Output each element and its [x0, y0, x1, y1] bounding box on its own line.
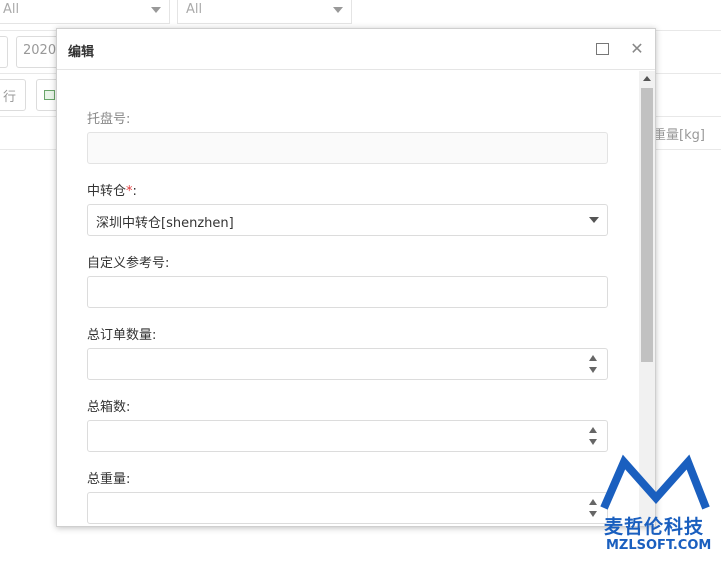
dialog-title: 编辑 — [68, 45, 95, 60]
spin-up-icon[interactable] — [589, 499, 597, 505]
watermark-url: MZLSOFT.COM — [606, 538, 712, 553]
chevron-down-icon — [333, 7, 343, 13]
chevron-down-icon — [151, 7, 161, 13]
filter-select-1[interactable]: All — [0, 0, 170, 24]
transit-warehouse-value: 深圳中转仓[shenzhen] — [96, 216, 234, 231]
custom-reference-input[interactable] — [87, 276, 608, 308]
spin-up-icon[interactable] — [589, 427, 597, 433]
dialog-header: 编辑 ✕ — [57, 29, 655, 70]
edit-dialog: 编辑 ✕ 托盘号: 中转仓*: 深圳中转仓[shenzhen] 自定义参考号: … — [56, 28, 656, 527]
custom-reference-label: 自定义参考号: — [87, 256, 170, 271]
spin-up-icon[interactable] — [589, 355, 597, 361]
total-orders-label: 总订单数量: — [87, 328, 157, 343]
pallet-no-input[interactable] — [87, 132, 608, 164]
total-boxes-label: 总箱数: — [87, 400, 131, 415]
column-header-weight: 重量[kg] — [653, 128, 705, 143]
watermark-logo: 麦哲伦科技 MZLSOFT.COM — [598, 454, 716, 556]
dialog-body: 托盘号: 中转仓*: 深圳中转仓[shenzhen] 自定义参考号: 总订单数量… — [57, 71, 639, 526]
spin-down-icon[interactable] — [589, 367, 597, 373]
label-colon: : — [132, 184, 137, 199]
scrollbar-thumb[interactable] — [641, 88, 653, 362]
maximize-icon[interactable] — [594, 41, 610, 57]
pallet-no-label: 托盘号: — [87, 112, 131, 127]
watermark-brand: 麦哲伦科技 — [604, 516, 705, 538]
date-input-start[interactable] — [0, 36, 8, 68]
spin-down-icon[interactable] — [589, 511, 597, 517]
filter-select-2[interactable]: All — [177, 0, 352, 24]
date-input[interactable]: 2020 — [16, 36, 60, 68]
row-button[interactable]: 行 — [0, 79, 26, 111]
spreadsheet-icon — [44, 90, 55, 100]
m-logo-icon — [600, 454, 710, 510]
transit-warehouse-label: 中转仓*: — [87, 180, 137, 199]
transit-warehouse-select[interactable]: 深圳中转仓[shenzhen] — [87, 204, 608, 236]
date-input-value: 2020 — [23, 43, 57, 58]
filter-select-1-value: All — [3, 2, 20, 17]
row-button-label: 行 — [3, 90, 17, 105]
filter-select-2-value: All — [186, 2, 203, 17]
close-icon[interactable]: ✕ — [629, 41, 645, 57]
total-weight-label: 总重量: — [87, 472, 131, 487]
spin-down-icon[interactable] — [589, 439, 597, 445]
number-spinner[interactable] — [589, 355, 599, 375]
transit-warehouse-label-text: 中转仓 — [87, 184, 127, 199]
chevron-down-icon — [589, 217, 599, 223]
total-weight-input[interactable] — [87, 492, 608, 524]
total-boxes-input[interactable] — [87, 420, 608, 452]
scroll-up-icon[interactable] — [643, 76, 651, 81]
total-orders-input[interactable] — [87, 348, 608, 380]
number-spinner[interactable] — [589, 427, 599, 447]
